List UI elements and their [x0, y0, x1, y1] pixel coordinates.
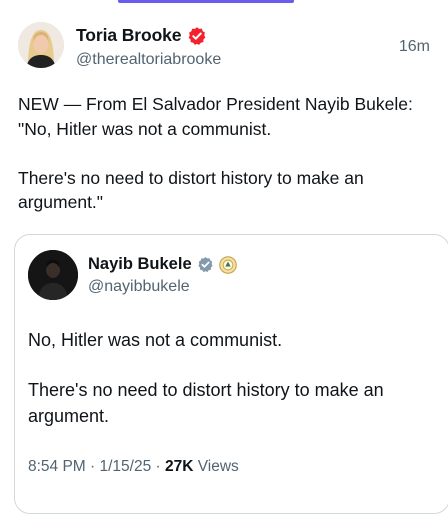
author-handle[interactable]: @therealtoriabrooke	[76, 51, 221, 69]
author-row: Toria Brooke	[76, 25, 207, 46]
views-label: Views	[193, 458, 239, 475]
gray-verified-badge-icon	[197, 256, 214, 273]
government-seal-icon	[218, 256, 237, 274]
post: Toria Brooke @therealtoriabrooke 16m NEW…	[0, 0, 448, 514]
quoted-author-name[interactable]: Nayib Bukele	[88, 255, 192, 274]
post-text: NEW — From El Salvador President Nayib B…	[18, 92, 434, 239]
avatar[interactable]	[18, 22, 64, 68]
quoted-author-handle[interactable]: @nayibbukele	[88, 278, 190, 296]
post-text-paragraph: There's no need to distort history to ma…	[18, 167, 364, 213]
quoted-post-text: No, Hitler was not a communist. There's …	[28, 327, 438, 453]
quoted-post-card[interactable]: Nayib Bukele @nayibbukele No, Hitler was…	[14, 234, 448, 514]
quoted-text-paragraph: No, Hitler was not a communist.	[28, 330, 283, 350]
author-name[interactable]: Toria Brooke	[76, 25, 182, 46]
quoted-author-row: Nayib Bukele	[88, 255, 237, 274]
verified-badge-icon	[187, 26, 207, 46]
post-time[interactable]: 16m	[399, 38, 430, 56]
quoted-timestamp[interactable]: 8:54 PM · 1/15/25 ·	[28, 458, 165, 476]
quoted-text-paragraph: There's no need to distort history to ma…	[28, 380, 384, 426]
post-metadata: 8:54 PM · 1/15/25 · 27K Views	[28, 458, 239, 476]
post-text-paragraph: NEW — From El Salvador President Nayib B…	[18, 94, 413, 139]
views-count[interactable]: 27K	[165, 458, 193, 476]
avatar[interactable]	[28, 250, 78, 300]
